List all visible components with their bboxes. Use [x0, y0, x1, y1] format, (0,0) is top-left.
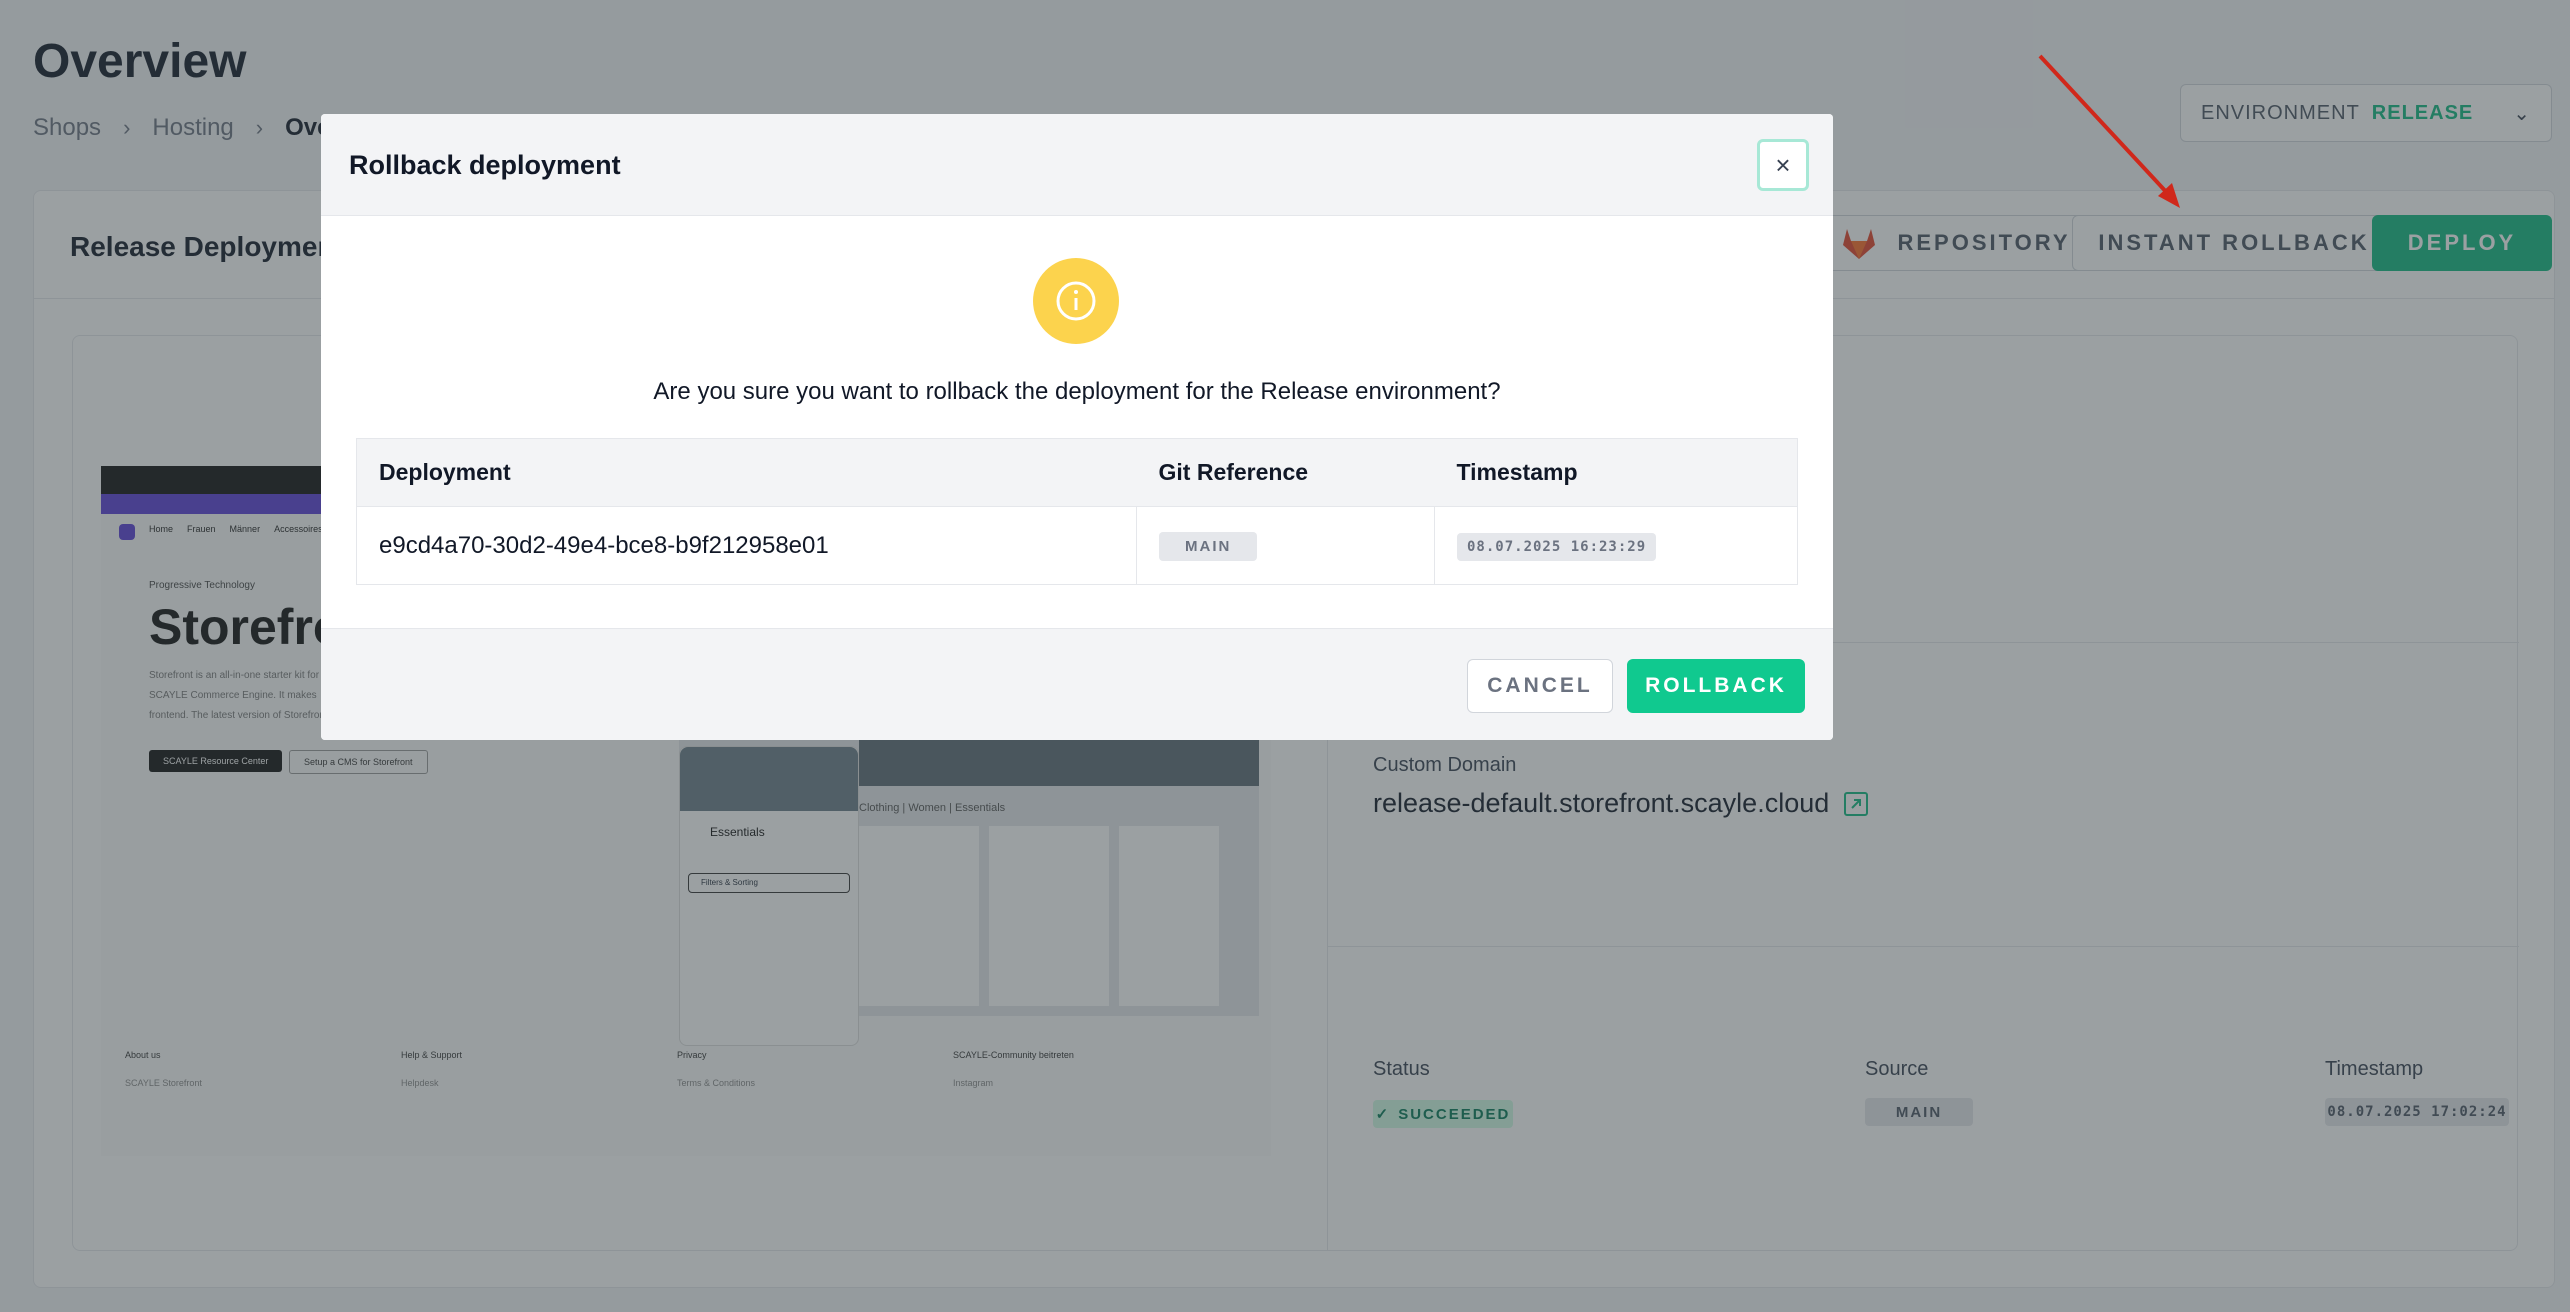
column-header-timestamp: Timestamp [1434, 438, 1798, 507]
column-header-deployment: Deployment [356, 438, 1137, 507]
table-header-row: Deployment Git Reference Timestamp [356, 438, 1798, 507]
table-row: e9cd4a70-30d2-49e4-bce8-b9f212958e01 MAI… [356, 506, 1798, 585]
modal-title: Rollback deployment [349, 150, 621, 180]
column-header-git-reference: Git Reference [1136, 438, 1435, 507]
deployment-id: e9cd4a70-30d2-49e4-bce8-b9f212958e01 [356, 506, 1137, 585]
git-reference-cell: MAIN [1136, 506, 1435, 585]
modal-footer: CANCEL ROLLBACK [321, 628, 1833, 740]
cancel-button[interactable]: CANCEL [1467, 659, 1613, 713]
timestamp-badge: 08.07.2025 16:23:29 [1457, 533, 1657, 561]
git-reference-badge: MAIN [1159, 532, 1258, 561]
close-button[interactable]: × [1757, 139, 1809, 191]
rollback-modal: Rollback deployment × Are you sure you w… [321, 114, 1833, 740]
rollback-table: Deployment Git Reference Timestamp e9cd4… [356, 438, 1798, 585]
info-icon [1033, 258, 1119, 344]
timestamp-cell: 08.07.2025 16:23:29 [1435, 507, 1798, 585]
modal-header: Rollback deployment × [321, 114, 1833, 216]
rollback-button[interactable]: ROLLBACK [1627, 659, 1805, 713]
close-icon: × [1775, 149, 1791, 180]
modal-question: Are you sure you want to rollback the de… [653, 378, 1501, 405]
